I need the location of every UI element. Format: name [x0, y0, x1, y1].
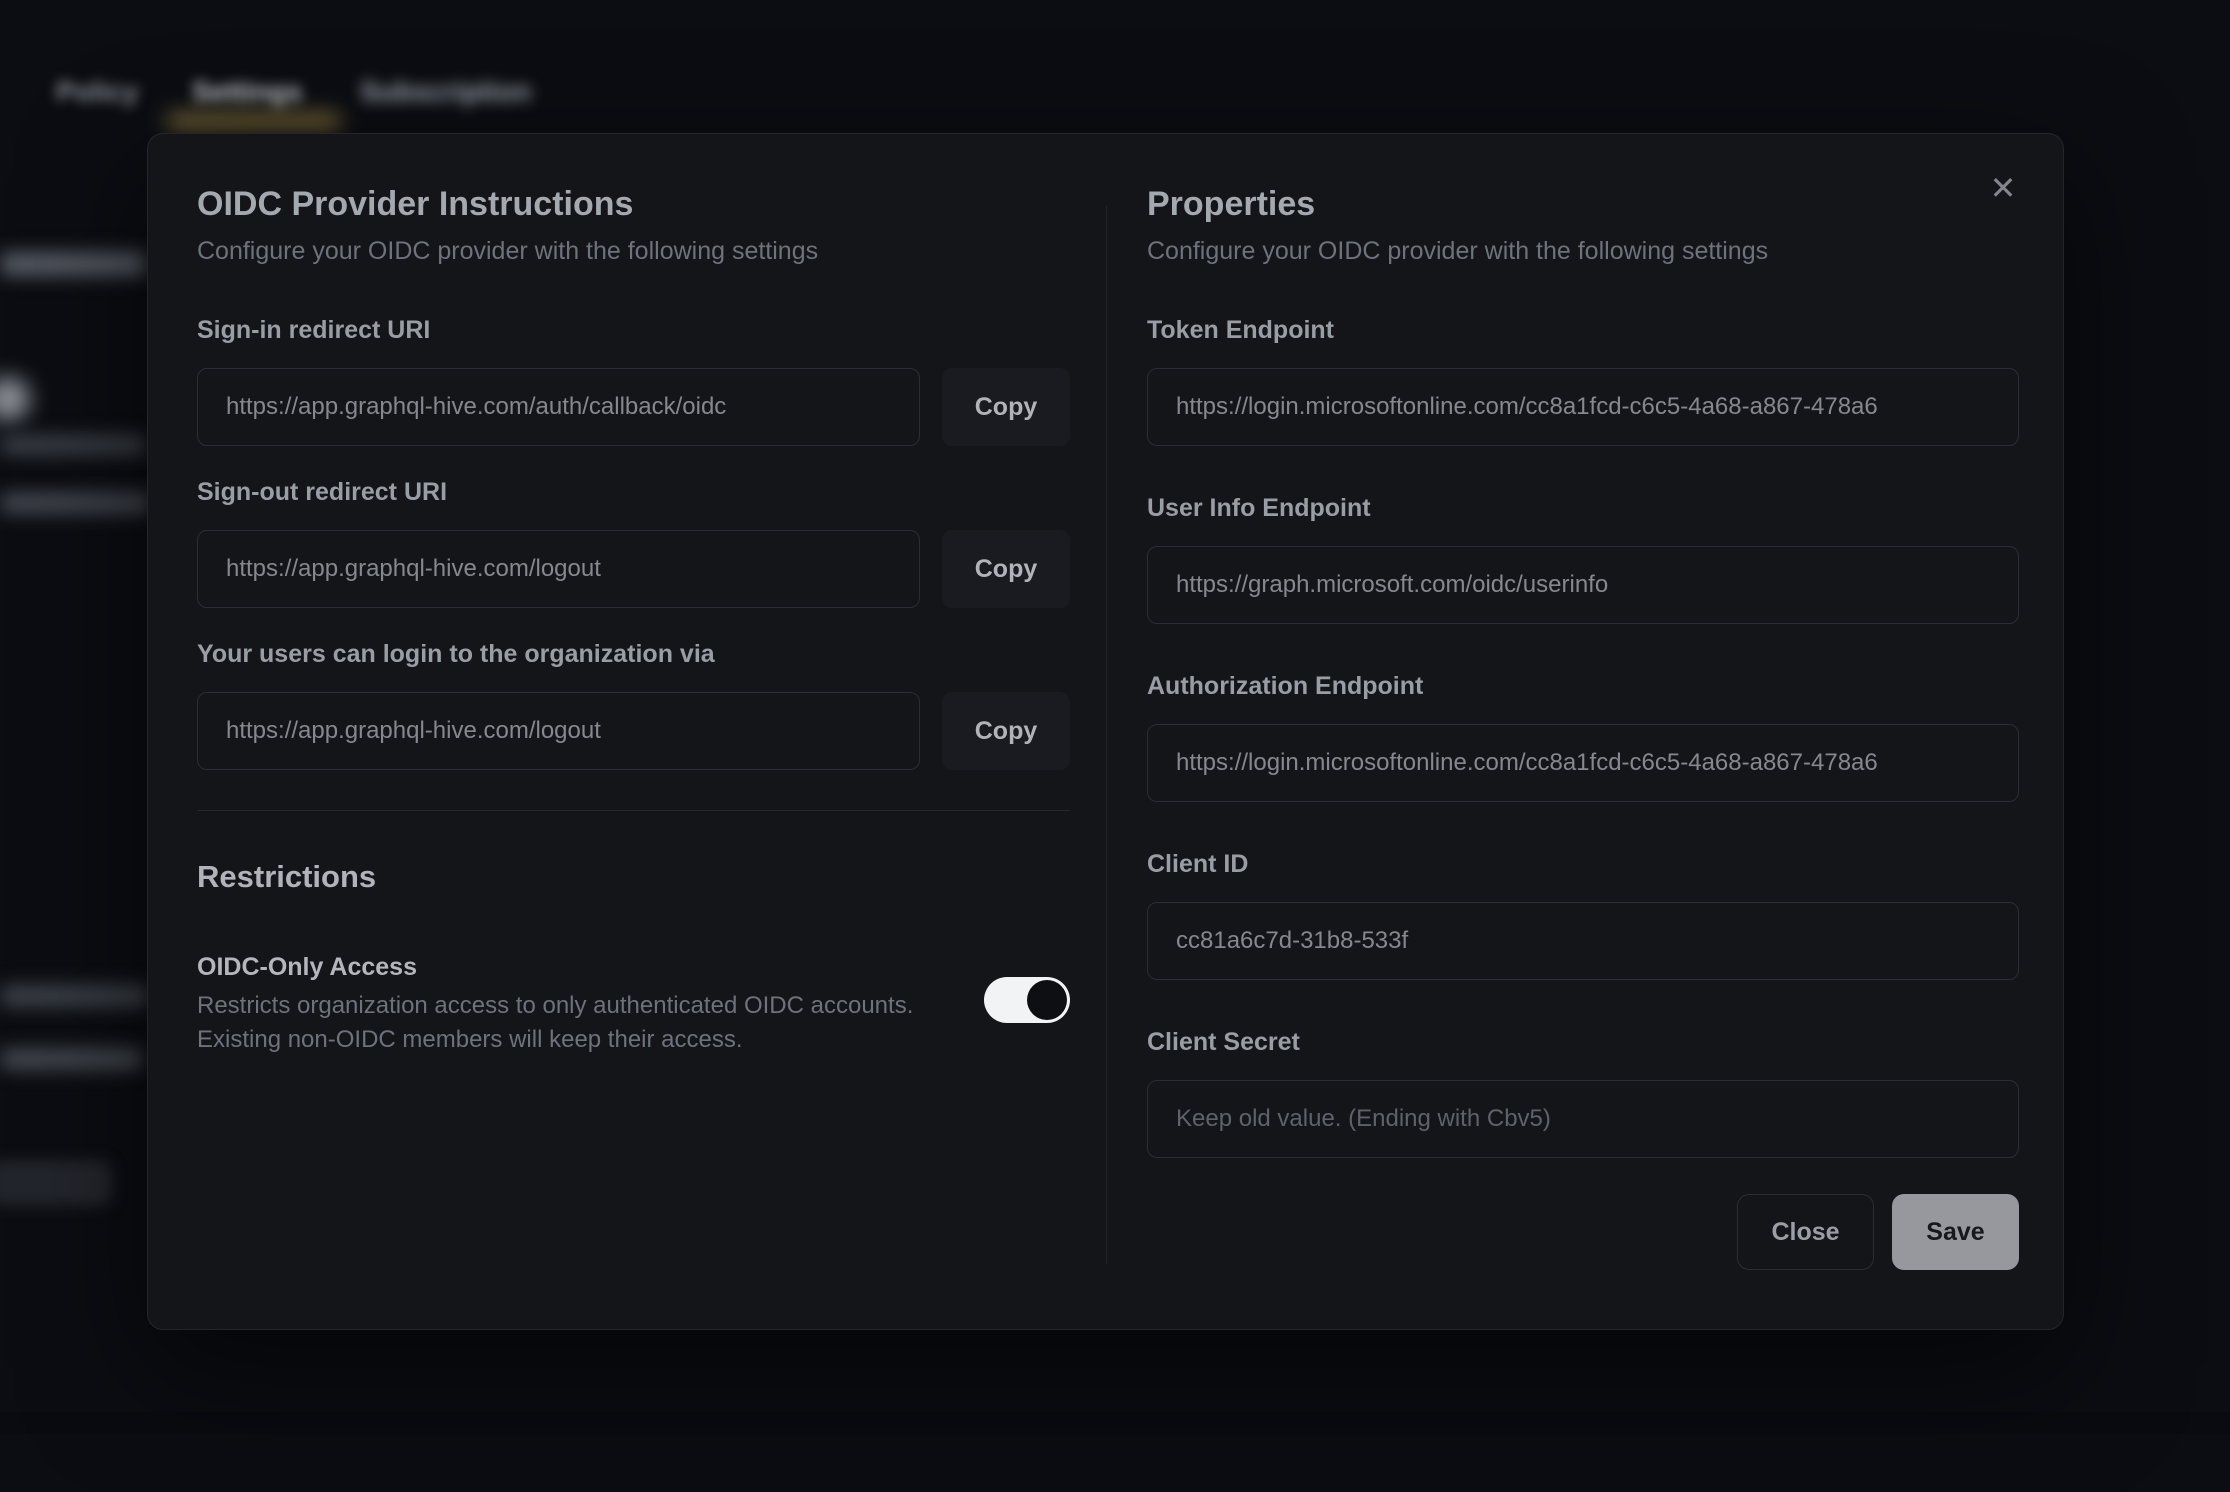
copy-button[interactable]: Copy	[942, 692, 1070, 770]
field-row	[1147, 368, 2019, 446]
blurred-text-fragment	[0, 252, 146, 276]
field-row	[1147, 724, 2019, 802]
oidc-only-access-label: OIDC-Only Access	[197, 951, 984, 983]
field-row: Copy	[197, 692, 1070, 770]
oidc-settings-modal: ✕ OIDC Provider Instructions Configure y…	[147, 133, 2064, 1330]
sign-in-redirect-uri-label: Sign-in redirect URI	[197, 314, 1070, 346]
description-line: Restricts organization access to only au…	[197, 989, 984, 1023]
properties-section: Properties Configure your OIDC provider …	[1147, 182, 2019, 1270]
field-row: Copy	[197, 368, 1070, 446]
blurred-text-fragment	[0, 985, 148, 1007]
sign-out-redirect-uri-label: Sign-out redirect URI	[197, 476, 1070, 508]
token-endpoint-input[interactable]	[1147, 368, 2019, 446]
oidc-only-access-text: OIDC-Only Access Restricts organization …	[197, 951, 984, 1057]
dialog-actions: Close Save	[1147, 1194, 2019, 1270]
oidc-provider-instructions-section: OIDC Provider Instructions Configure you…	[197, 182, 1070, 1057]
login-url-label: Your users can login to the organization…	[197, 638, 1070, 670]
user-info-endpoint-input[interactable]	[1147, 546, 2019, 624]
field-row	[1147, 902, 2019, 980]
background-footer-band	[0, 1412, 2230, 1434]
oidc-only-access-description: Restricts organization access to only au…	[197, 989, 984, 1057]
toggle-knob	[1027, 980, 1067, 1020]
authorization-endpoint-label: Authorization Endpoint	[1147, 670, 2019, 702]
blurred-text-fragment	[0, 492, 150, 514]
section-divider	[197, 810, 1070, 811]
client-id-input[interactable]	[1147, 902, 2019, 980]
blurred-button	[0, 1160, 112, 1206]
oidc-only-access-toggle[interactable]	[984, 977, 1070, 1023]
tab-subscription: Subscription	[360, 76, 531, 108]
tab-settings: Settings	[192, 76, 302, 108]
field-row	[1147, 546, 2019, 624]
client-secret-input[interactable]	[1147, 1080, 2019, 1158]
column-divider	[1106, 206, 1107, 1264]
blurred-dot	[0, 377, 30, 421]
authorization-endpoint-input[interactable]	[1147, 724, 2019, 802]
close-button[interactable]: Close	[1737, 1194, 1874, 1270]
section-subtitle: Configure your OIDC provider with the fo…	[197, 234, 1070, 268]
sign-in-redirect-uri-input[interactable]	[197, 368, 920, 446]
client-secret-label: Client Secret	[1147, 1026, 2019, 1058]
copy-button[interactable]: Copy	[942, 368, 1070, 446]
token-endpoint-label: Token Endpoint	[1147, 314, 2019, 346]
field-row	[1147, 1080, 2019, 1158]
description-line: Existing non-OIDC members will keep thei…	[197, 1023, 984, 1057]
save-button[interactable]: Save	[1892, 1194, 2019, 1270]
client-id-label: Client ID	[1147, 848, 2019, 880]
blurred-text-fragment	[0, 1048, 142, 1070]
tab-policy: Policy	[56, 76, 138, 108]
login-url-input[interactable]	[197, 692, 920, 770]
sign-out-redirect-uri-input[interactable]	[197, 530, 920, 608]
field-row: Copy	[197, 530, 1070, 608]
section-title: OIDC Provider Instructions	[197, 182, 1070, 226]
copy-button[interactable]: Copy	[942, 530, 1070, 608]
user-info-endpoint-label: User Info Endpoint	[1147, 492, 2019, 524]
blurred-text-fragment	[0, 435, 146, 455]
oidc-only-access-row: OIDC-Only Access Restricts organization …	[197, 951, 1070, 1057]
section-title: Properties	[1147, 182, 2019, 226]
active-tab-underline	[166, 114, 342, 128]
restrictions-heading: Restrictions	[197, 857, 1070, 897]
section-subtitle: Configure your OIDC provider with the fo…	[1147, 234, 2019, 268]
